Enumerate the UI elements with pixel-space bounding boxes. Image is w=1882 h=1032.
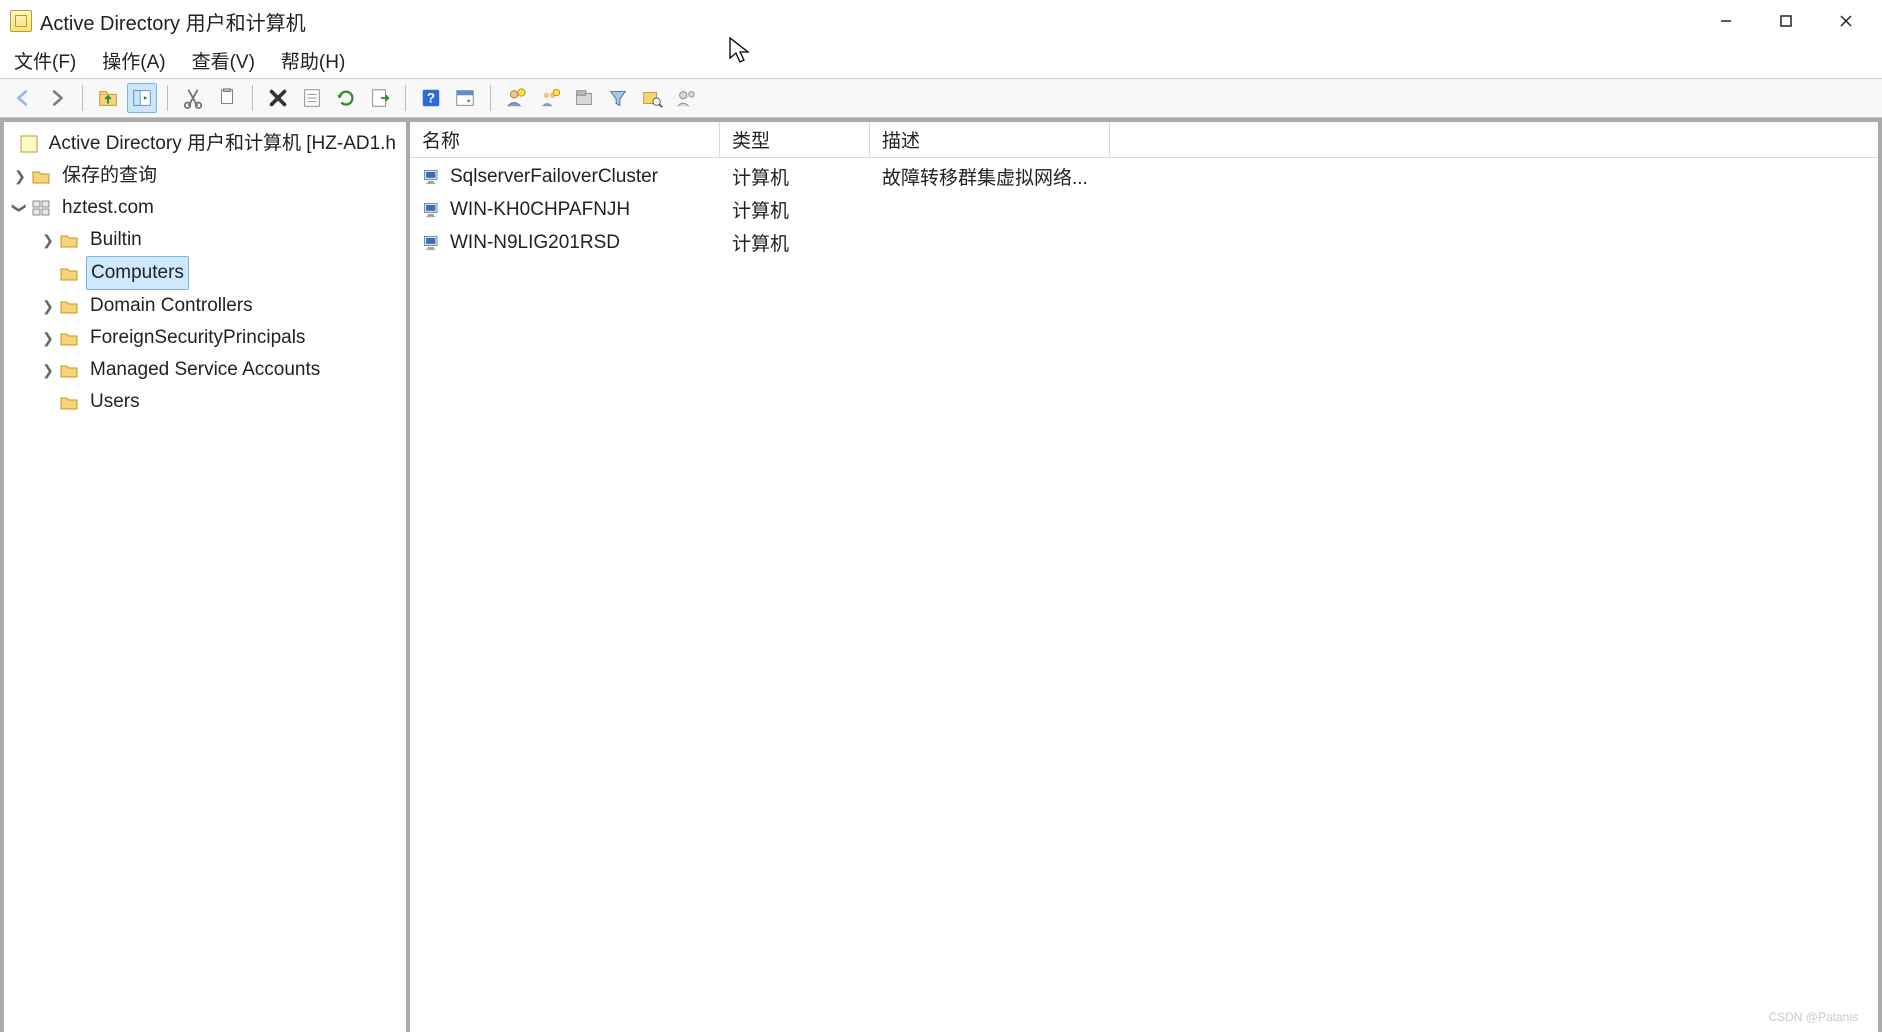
tree-root[interactable]: Active Directory 用户和计算机 [HZ-AD1.h <box>4 128 406 160</box>
cell-type: 计算机 <box>732 234 789 255</box>
toolbar-separator <box>405 85 406 111</box>
toolbar-separator <box>82 85 83 111</box>
tree-label: ForeignSecurityPrincipals <box>86 322 309 354</box>
expander-icon[interactable]: ❯ <box>38 290 58 322</box>
tree-label: Managed Service Accounts <box>86 354 324 386</box>
tree-label: Active Directory 用户和计算机 [HZ-AD1.h <box>45 128 400 160</box>
minimize-button[interactable] <box>1696 0 1756 42</box>
folder-icon <box>58 327 80 349</box>
tree-label: hztest.com <box>58 192 158 224</box>
cell-desc: 故障转移群集虚拟网络... <box>882 168 1088 189</box>
toolbar-separator <box>167 85 168 111</box>
new-ou-button[interactable] <box>569 83 599 113</box>
cut-button[interactable] <box>178 83 208 113</box>
tree-msa[interactable]: ❯ Managed Service Accounts <box>4 354 406 386</box>
help-button[interactable]: ? <box>416 83 446 113</box>
toolbar: ? <box>0 78 1882 118</box>
copy-button[interactable] <box>212 83 242 113</box>
list-body[interactable]: SqlserverFailoverCluster 计算机 故障转移群集虚拟网络.… <box>410 158 1878 1032</box>
properties-button[interactable] <box>297 83 327 113</box>
svg-text:?: ? <box>427 91 435 106</box>
cell-name: SqlserverFailoverCluster <box>450 166 658 188</box>
maximize-button[interactable] <box>1756 0 1816 42</box>
column-header-type[interactable]: 类型 <box>720 122 870 157</box>
refresh-button[interactable] <box>331 83 361 113</box>
list-header: 名称 类型 描述 <box>410 122 1878 158</box>
tree-pane[interactable]: Active Directory 用户和计算机 [HZ-AD1.h ❯ 保存的查… <box>0 122 410 1032</box>
up-level-button[interactable] <box>93 83 123 113</box>
title-bar: Active Directory 用户和计算机 <box>0 0 1882 42</box>
expander-icon[interactable]: ❯ <box>38 224 58 256</box>
list-item[interactable]: SqlserverFailoverCluster 计算机 故障转移群集虚拟网络.… <box>410 160 1878 193</box>
menu-bar: 文件(F) 操作(A) 查看(V) 帮助(H) <box>0 42 1882 78</box>
column-header-name[interactable]: 名称 <box>410 122 720 157</box>
tree-label: Domain Controllers <box>86 290 257 322</box>
new-group-button[interactable] <box>535 83 565 113</box>
search-objects-button[interactable] <box>637 83 667 113</box>
folder-icon <box>58 391 80 413</box>
computer-icon <box>422 200 442 220</box>
tree-domain-controllers[interactable]: ❯ Domain Controllers <box>4 290 406 322</box>
expander-icon[interactable]: ❯ <box>10 160 30 192</box>
column-header-desc[interactable]: 描述 <box>870 122 1110 157</box>
expander-icon[interactable]: ❯ <box>38 322 58 354</box>
menu-file[interactable]: 文件(F) <box>10 45 80 76</box>
computer-icon <box>422 167 442 187</box>
new-user-button[interactable] <box>501 83 531 113</box>
add-to-group-button[interactable] <box>671 83 701 113</box>
tree-label: Builtin <box>86 224 146 256</box>
tree-label: 保存的查询 <box>58 160 161 192</box>
menu-help[interactable]: 帮助(H) <box>277 45 349 76</box>
folder-icon <box>58 262 80 284</box>
filter-button[interactable] <box>603 83 633 113</box>
column-label: 类型 <box>732 126 770 153</box>
tree-fsp[interactable]: ❯ ForeignSecurityPrincipals <box>4 322 406 354</box>
cell-type: 计算机 <box>732 168 789 189</box>
cell-name: WIN-N9LIG201RSD <box>450 232 620 254</box>
folder-icon <box>30 165 52 187</box>
list-item[interactable]: WIN-KH0CHPAFNJH 计算机 <box>410 193 1878 226</box>
aduc-root-icon <box>19 133 39 155</box>
expander-icon[interactable]: ❯ <box>38 354 58 386</box>
find-button[interactable] <box>450 83 480 113</box>
export-list-button[interactable] <box>365 83 395 113</box>
tree-label: Computers <box>86 256 189 290</box>
tree-users[interactable]: Users <box>4 386 406 418</box>
expander-icon[interactable]: ❯ <box>4 198 36 218</box>
cell-type: 计算机 <box>732 201 789 222</box>
tree-computers[interactable]: Computers <box>4 256 406 290</box>
show-hide-tree-button[interactable] <box>127 83 157 113</box>
nav-forward-button[interactable] <box>42 83 72 113</box>
menu-action[interactable]: 操作(A) <box>98 45 169 76</box>
toolbar-separator <box>490 85 491 111</box>
folder-icon <box>58 229 80 251</box>
cell-name: WIN-KH0CHPAFNJH <box>450 199 630 221</box>
close-button[interactable] <box>1816 0 1876 42</box>
folder-icon <box>58 295 80 317</box>
nav-back-button[interactable] <box>8 83 38 113</box>
tree-label: Users <box>86 386 144 418</box>
menu-view[interactable]: 查看(V) <box>188 45 259 76</box>
toolbar-separator <box>252 85 253 111</box>
tree-builtin[interactable]: ❯ Builtin <box>4 224 406 256</box>
app-icon <box>10 10 32 32</box>
tree-saved-queries[interactable]: ❯ 保存的查询 <box>4 160 406 192</box>
folder-icon <box>58 359 80 381</box>
window-title: Active Directory 用户和计算机 <box>40 7 306 36</box>
column-label: 名称 <box>422 126 460 153</box>
column-label: 描述 <box>882 126 920 153</box>
list-item[interactable]: WIN-N9LIG201RSD 计算机 <box>410 226 1878 259</box>
delete-button[interactable] <box>263 83 293 113</box>
tree-domain[interactable]: ❯ hztest.com <box>4 192 406 224</box>
watermark: CSDN @Patanis <box>1768 1010 1858 1024</box>
list-pane: 名称 类型 描述 SqlserverFailoverCluster 计算机 故障… <box>410 122 1882 1032</box>
computer-icon <box>422 233 442 253</box>
